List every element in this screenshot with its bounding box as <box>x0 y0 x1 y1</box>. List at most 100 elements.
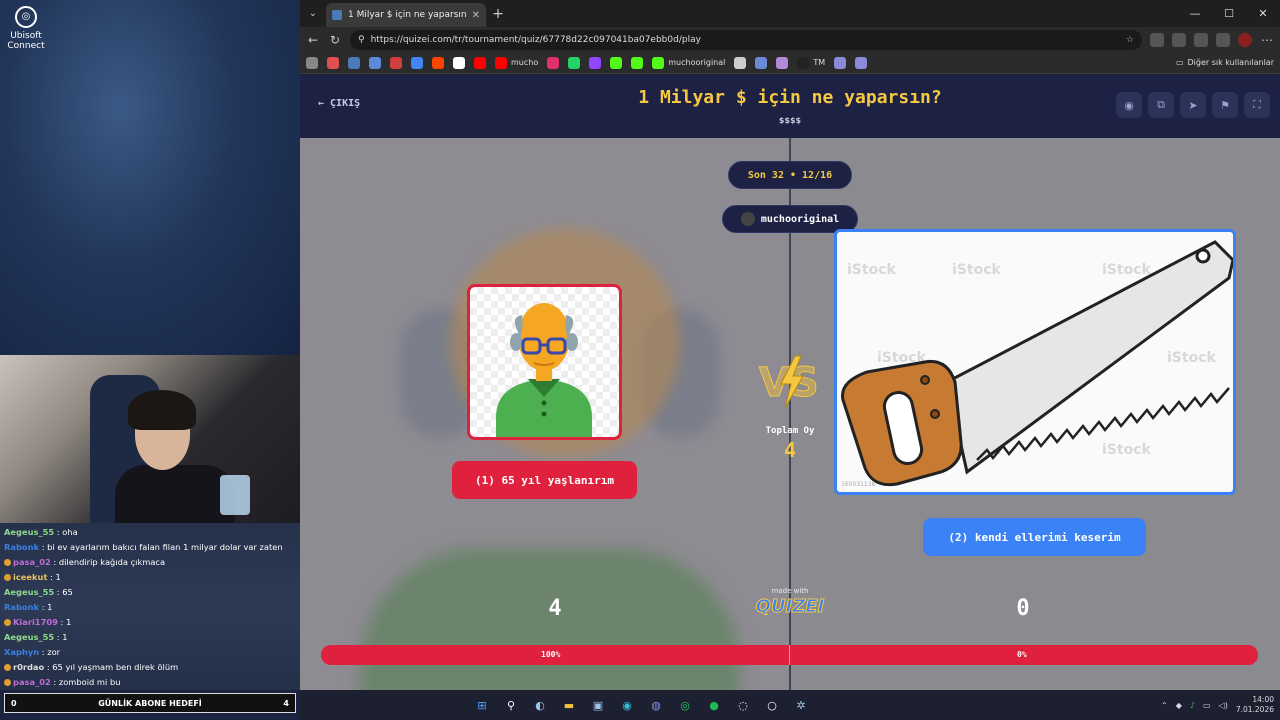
total-votes-label: Toplam Oy <box>765 426 815 436</box>
bookmark-item[interactable] <box>411 56 423 69</box>
bookmark-item[interactable] <box>453 56 465 69</box>
bookmark-icon <box>306 56 318 69</box>
tab-list-button[interactable]: ⌄ <box>300 0 326 27</box>
clock[interactable]: 14:00 7.01.2026 <box>1236 695 1274 715</box>
chat-message: r0rdao : 65 yıl yaşmam ben direk ölüm <box>4 660 296 675</box>
store-icon[interactable]: ▣ <box>586 693 610 717</box>
url-field[interactable]: ⚲ https://quizei.com/tr/tournament/quiz/… <box>350 29 1142 50</box>
ubisoft-icon: ◎ <box>15 6 37 28</box>
chat-username[interactable]: pasa_02 <box>13 677 51 687</box>
eye-icon[interactable]: ◉ <box>1116 92 1142 118</box>
right-choice-button[interactable]: (2) kendi ellerimi keserim <box>923 518 1146 556</box>
bookmark-item[interactable] <box>306 56 318 69</box>
share-icon[interactable]: ⧉ <box>1148 92 1174 118</box>
bookmark-item[interactable] <box>327 56 339 69</box>
left-option-image[interactable] <box>467 284 622 440</box>
bookmark-item[interactable] <box>834 56 847 69</box>
more-menu-icon[interactable]: ⋯ <box>1260 33 1274 47</box>
minimize-button[interactable]: — <box>1178 0 1212 27</box>
bookmark-icon <box>348 56 360 69</box>
site-info-icon[interactable]: ⚲ <box>358 35 365 45</box>
bookmarks-bar: mucho muchooriginal TM ▭ Diğer sık kullanı… <box>300 52 1280 74</box>
total-votes-value: 4 <box>783 438 797 462</box>
clock-date: 7.01.2026 <box>1235 705 1274 714</box>
bookmark-item[interactable]: TM <box>797 56 825 69</box>
discord-icon[interactable]: ◍ <box>644 693 668 717</box>
new-tab-button[interactable]: + <box>486 6 510 22</box>
back-button[interactable]: ← <box>306 33 320 47</box>
left-choice-button[interactable]: (1) 65 yıl yaşlanırım <box>452 461 637 499</box>
favorites-icon[interactable] <box>1194 32 1208 47</box>
chat-username[interactable]: Aegeus_55 <box>4 587 54 597</box>
chat-username[interactable]: Kiari1709 <box>13 617 58 627</box>
bookmark-item[interactable] <box>390 56 402 69</box>
close-tab-icon[interactable]: ✕ <box>472 10 480 21</box>
close-window-button[interactable]: ✕ <box>1246 0 1280 27</box>
profile-avatar[interactable] <box>1238 32 1252 47</box>
bookmark-item[interactable] <box>610 56 623 69</box>
bookmark-item[interactable]: mucho <box>495 56 538 69</box>
bookmark-item[interactable] <box>589 56 602 69</box>
quizei-logo[interactable]: QUIZEI <box>740 596 840 618</box>
maximize-button[interactable]: ☐ <box>1212 0 1246 27</box>
bookmark-item[interactable] <box>631 56 644 69</box>
chat-username[interactable]: r0rdao <box>13 662 44 672</box>
bookmark-item[interactable] <box>547 56 560 69</box>
tray-app-icon[interactable]: ◆ <box>1176 701 1182 710</box>
chat-text: bi ev ayarlarım bakıcı falan filan 1 mil… <box>47 542 283 552</box>
chat-username[interactable]: pasa_02 <box>13 557 51 567</box>
steam-icon[interactable]: ◐ <box>528 693 552 717</box>
active-tab[interactable]: 1 Milyar $ için ne yaparsın? - Tier ✕ <box>326 3 486 27</box>
network-icon[interactable]: ▭ <box>1203 701 1211 710</box>
bookmark-item[interactable] <box>776 56 789 69</box>
other-bookmarks-folder[interactable]: ▭ Diğer sık kullanılanlar <box>1176 58 1274 67</box>
bookmark-item[interactable] <box>369 56 381 69</box>
app-settings-icon[interactable]: ✲ <box>789 693 813 717</box>
bookmark-item[interactable] <box>474 56 486 69</box>
bookmark-icon <box>855 56 868 69</box>
bookmark-star-icon[interactable]: ☆ <box>1126 35 1134 45</box>
bookmark-item[interactable] <box>432 56 444 69</box>
edge-icon[interactable]: ◉ <box>615 693 639 717</box>
chat-username[interactable]: Aegeus_55 <box>4 527 54 537</box>
vote-progress-bar: 100% 0% <box>321 645 1258 665</box>
bookmark-item[interactable] <box>348 56 360 69</box>
chat-message: Aegeus_55 : oha <box>4 527 78 537</box>
bookmark-item[interactable] <box>855 56 868 69</box>
search-icon[interactable]: ⚲ <box>499 693 523 717</box>
chat-username[interactable]: Aegeus_55 <box>4 632 54 642</box>
ubisoft-connect-shortcut[interactable]: ◎ Ubisoft Connect <box>6 6 46 51</box>
send-icon[interactable]: ➤ <box>1180 92 1206 118</box>
fullscreen-icon[interactable]: ⛶ <box>1244 92 1270 118</box>
chat-username[interactable]: Xaphyn <box>4 647 39 657</box>
volume-icon[interactable]: ◁) <box>1219 701 1228 710</box>
bookmark-icon <box>474 56 486 69</box>
chat-text: 1 <box>65 617 72 627</box>
bookmark-item[interactable]: muchooriginal <box>652 56 725 69</box>
spotify-icon[interactable]: ● <box>702 693 726 717</box>
flag-icon[interactable]: ⚑ <box>1212 92 1238 118</box>
start-icon[interactable]: ⊞ <box>470 693 494 717</box>
microphone-icon[interactable]: ♪ <box>1190 701 1195 710</box>
extension-icon[interactable] <box>1150 32 1164 47</box>
obs-icon[interactable]: ◌ <box>731 693 755 717</box>
taskbar: ⊞ ⚲ ◐ ▬ ▣ ◉ ◍ ◎ ● ◌ ○ ✲ ⌃ ◆ ♪ ▭ ◁) 14:00… <box>300 690 1280 720</box>
right-percent-label: 0% <box>1017 650 1027 659</box>
whatsapp-icon[interactable]: ◎ <box>673 693 697 717</box>
bookmark-item[interactable] <box>734 56 747 69</box>
chat-message: pasa_02 : dilendirip kağıda çıkmaca <box>4 555 296 570</box>
chat-username[interactable]: iceekut <box>13 572 47 582</box>
chat-username[interactable]: Rabonk <box>4 542 39 552</box>
image-id-label: 160031138 <box>841 481 876 488</box>
bookmark-item[interactable] <box>755 56 768 69</box>
tab-bar: ⌄ 1 Milyar $ için ne yaparsın? - Tier ✕ … <box>300 0 1280 27</box>
tray-overflow-icon[interactable]: ⌃ <box>1161 701 1168 710</box>
reload-button[interactable]: ↻ <box>328 33 342 47</box>
app-circle-icon[interactable]: ○ <box>760 693 784 717</box>
split-screen-icon[interactable] <box>1172 32 1186 47</box>
file-explorer-icon[interactable]: ▬ <box>557 693 581 717</box>
bookmark-item[interactable] <box>568 56 581 69</box>
chat-username[interactable]: Rabonk <box>4 602 39 612</box>
collections-icon[interactable] <box>1216 32 1230 47</box>
right-option-image[interactable]: iStock iStock iStock iStock iStock iStoc… <box>834 229 1236 495</box>
